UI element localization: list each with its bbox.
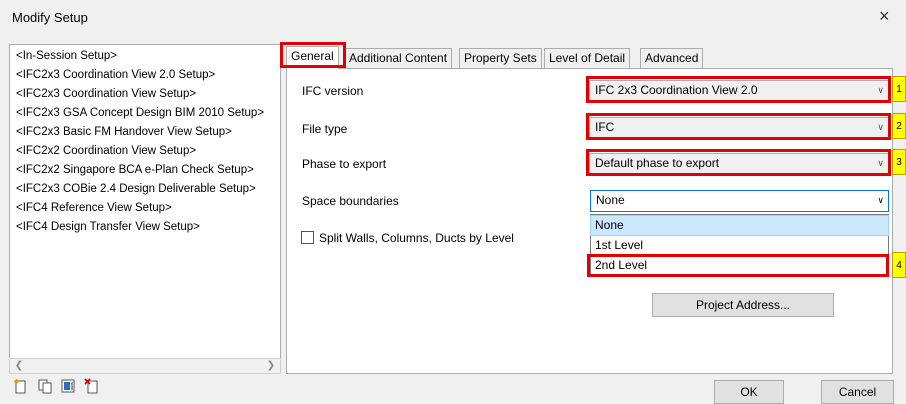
file-type-value: IFC <box>595 120 615 134</box>
annotation-marker-4: 4 <box>892 252 906 278</box>
tab-general[interactable]: General <box>286 46 339 69</box>
annotation-marker-2: 2 <box>892 113 906 139</box>
chevron-down-icon: ∨ <box>877 158 884 168</box>
space-boundaries-dropdown[interactable]: None 1st Level 2nd Level <box>590 214 889 276</box>
setup-item[interactable]: <IFC2x3 Coordination View Setup> <box>16 86 196 102</box>
tab-level-of-detail[interactable]: Level of Detail <box>544 48 631 68</box>
cancel-button[interactable]: Cancel <box>821 380 894 404</box>
setup-item[interactable]: <IFC2x3 Coordination View 2.0 Setup> <box>16 67 215 83</box>
phase-value: Default phase to export <box>595 156 720 170</box>
setup-item[interactable]: <IFC2x3 COBie 2.4 Design Deliverable Set… <box>16 181 256 197</box>
chevron-down-icon: ∨ <box>877 85 884 95</box>
dropdown-option-1st-level[interactable]: 1st Level <box>591 236 888 255</box>
dropdown-option-2nd-level[interactable]: 2nd Level <box>591 256 888 275</box>
chevron-down-icon: ∨ <box>877 122 884 132</box>
rename-setup-icon[interactable] <box>60 378 76 394</box>
duplicate-setup-icon[interactable] <box>37 378 53 394</box>
new-setup-icon[interactable] <box>13 378 29 394</box>
setup-item[interactable]: <IFC4 Design Transfer View Setup> <box>16 219 200 235</box>
ifc-version-select[interactable]: IFC 2x3 Coordination View 2.0 ∨ <box>589 80 889 101</box>
tab-additional-content[interactable]: Additional Content <box>344 48 453 68</box>
space-boundaries-select[interactable]: None ∨ <box>590 190 889 212</box>
delete-setup-icon[interactable] <box>84 378 100 394</box>
setup-item[interactable]: <IFC2x3 GSA Concept Design BIM 2010 Setu… <box>16 105 264 121</box>
annotation-marker-3: 3 <box>892 149 906 175</box>
setup-item[interactable]: <IFC2x3 Basic FM Handover View Setup> <box>16 124 232 140</box>
setup-item[interactable]: <IFC2x2 Coordination View Setup> <box>16 143 196 159</box>
annotation-marker-1: 1 <box>892 76 906 102</box>
scroll-left-icon[interactable]: ❮ <box>11 359 27 373</box>
setup-list[interactable]: <In-Session Setup> <IFC2x3 Coordination … <box>9 44 281 374</box>
phase-label: Phase to export <box>302 157 387 171</box>
split-by-level-checkbox[interactable] <box>301 231 314 244</box>
ok-button[interactable]: OK <box>714 380 784 404</box>
phase-select[interactable]: Default phase to export ∨ <box>589 153 889 174</box>
space-boundaries-label: Space boundaries <box>302 194 399 208</box>
file-type-label: File type <box>302 122 348 136</box>
space-boundaries-value: None <box>596 193 625 207</box>
chevron-down-icon: ∨ <box>877 195 884 205</box>
ifc-version-label: IFC version <box>302 84 364 98</box>
dialog-title: Modify Setup <box>12 10 88 25</box>
setup-item[interactable]: <IFC2x2 Singapore BCA e-Plan Check Setup… <box>16 162 254 178</box>
ifc-version-value: IFC 2x3 Coordination View 2.0 <box>595 83 758 97</box>
horizontal-scrollbar[interactable]: ❮ ❯ <box>9 358 281 374</box>
dropdown-option-none[interactable]: None <box>590 215 889 236</box>
setup-item[interactable]: <IFC4 Reference View Setup> <box>16 200 172 216</box>
tab-advanced[interactable]: Advanced <box>640 48 704 68</box>
split-by-level-label: Split Walls, Columns, Ducts by Level <box>319 231 514 245</box>
setup-item[interactable]: <In-Session Setup> <box>16 48 117 64</box>
project-address-button[interactable]: Project Address... <box>652 293 834 317</box>
tab-property-sets[interactable]: Property Sets <box>459 48 542 68</box>
scroll-right-icon[interactable]: ❯ <box>263 359 279 373</box>
file-type-select[interactable]: IFC ∨ <box>589 117 889 138</box>
close-icon[interactable]: × <box>879 6 890 27</box>
